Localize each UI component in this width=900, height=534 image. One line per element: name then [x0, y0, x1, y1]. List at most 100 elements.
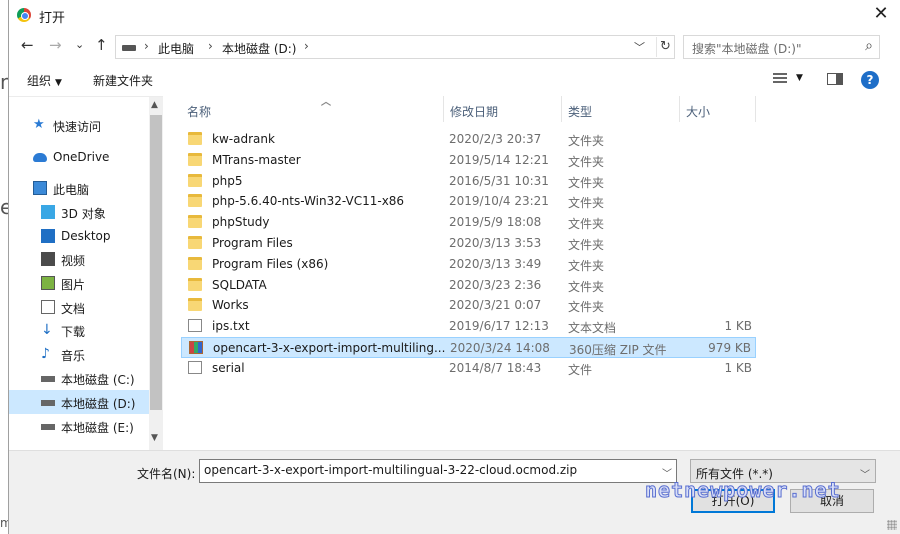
filename-label: 文件名(N):: [137, 467, 196, 481]
star-icon: ★: [33, 117, 45, 132]
resize-grip-icon[interactable]: [887, 520, 897, 530]
up-arrow-icon[interactable]: ↑: [95, 36, 108, 54]
sidebar-item-label: 音乐: [61, 349, 86, 363]
file-type: 文件夹: [568, 175, 605, 190]
picture-icon: [41, 276, 55, 290]
folder-icon: [188, 256, 202, 270]
file-row[interactable]: Program Files 2020/3/13 3:53 文件夹: [181, 233, 756, 254]
file-row[interactable]: ips.txt 2019/6/17 12:13 文本文档 1 KB: [181, 316, 756, 337]
file-row[interactable]: opencart-3-x-export-import-multiling... 2…: [181, 337, 756, 358]
file-row[interactable]: serial 2014/8/7 18:43 文件 1 KB: [181, 358, 756, 379]
view-options-icon[interactable]: [773, 73, 787, 85]
chevron-down-icon[interactable]: ﹀: [634, 39, 645, 55]
sidebar-item[interactable]: ★ 快速访问: [9, 113, 149, 137]
file-date: 2019/10/4 23:21: [449, 194, 549, 209]
folder-icon: [188, 236, 202, 249]
file-row[interactable]: MTrans-master 2019/5/14 12:21 文件夹: [181, 150, 756, 171]
file-name: phpStudy: [212, 215, 270, 230]
file-list: 名称 ︿ 修改日期 类型 大小 kw-adrank 2020/2/3 20:37 文…: [167, 96, 900, 450]
scroll-down-icon[interactable]: ▼: [151, 433, 158, 443]
sidebar-scrollbar[interactable]: ▲ ▼: [149, 97, 163, 451]
open-file-dialog: 打开 ✕ ← → ⌄ ↑ › 此电脑 › 本地磁盘 (D:) › ﹀ ↻ 搜索"…: [8, 0, 900, 534]
scrollbar-thumb[interactable]: [150, 115, 162, 410]
file-row[interactable]: SQLDATA 2020/3/23 2:36 文件夹: [181, 275, 756, 296]
sidebar-item[interactable]: OneDrive: [9, 145, 149, 169]
file-row[interactable]: Program Files (x86) 2020/3/13 3:49 文件夹: [181, 254, 756, 275]
file-row[interactable]: phpStudy 2019/5/9 18:08 文件夹: [181, 212, 756, 233]
scroll-up-icon[interactable]: ▲: [151, 100, 158, 110]
chrome-icon: [17, 8, 31, 22]
sidebar-item-label: 本地磁盘 (C:): [61, 373, 135, 387]
help-icon[interactable]: ?: [861, 71, 879, 89]
search-input[interactable]: 搜索"本地磁盘 (D:)" ⌕: [683, 35, 880, 59]
sidebar-item[interactable]: 图片: [9, 271, 149, 295]
cloud-icon: [33, 153, 47, 162]
cube-icon: [41, 205, 55, 219]
column-name-label: 名称: [187, 105, 212, 119]
chevron-down-icon[interactable]: ﹀: [860, 466, 870, 481]
caret-down-icon: ▼: [55, 78, 62, 88]
sidebar-item-label: 本地磁盘 (E:): [61, 421, 134, 435]
close-icon[interactable]: ✕: [871, 3, 891, 24]
sidebar-item[interactable]: 文档: [9, 295, 149, 319]
filename-field[interactable]: ﹀: [199, 459, 677, 483]
column-header-type[interactable]: 类型: [562, 96, 680, 122]
chevron-right-icon[interactable]: ›: [208, 39, 213, 53]
forward-arrow-icon[interactable]: →: [49, 36, 62, 54]
file-row[interactable]: Works 2020/3/21 0:07 文件夹: [181, 295, 756, 316]
address-bar[interactable]: › 此电脑 › 本地磁盘 (D:) › ﹀ ↻: [115, 35, 675, 59]
file-row[interactable]: php-5.6.40-nts-Win32-VC11-x86 2019/10/4 2…: [181, 191, 756, 212]
file-type: 文件夹: [568, 196, 605, 211]
music-icon: ♪: [41, 346, 50, 362]
file-icon: [188, 360, 202, 374]
sidebar-item-label: 下载: [61, 325, 86, 339]
sidebar-item[interactable]: 本地磁盘 (E:): [9, 414, 149, 438]
sidebar-item[interactable]: 此电脑: [9, 176, 149, 200]
download-icon: ↓: [41, 322, 53, 338]
sidebar-item[interactable]: 视频: [9, 247, 149, 271]
column-header-date[interactable]: 修改日期: [444, 96, 562, 122]
file-row[interactable]: php5 2016/5/31 10:31 文件夹: [181, 171, 756, 192]
sidebar-item[interactable]: ↓ 下载: [9, 318, 149, 342]
sidebar-item[interactable]: Desktop: [9, 224, 149, 248]
new-folder-button[interactable]: 新建文件夹: [93, 72, 153, 89]
column-header-name[interactable]: 名称 ︿: [181, 96, 444, 122]
navigation-bar: ← → ⌄ ↑ › 此电脑 › 本地磁盘 (D:) › ﹀ ↻ 搜索"本地磁盘 …: [9, 34, 900, 60]
column-size-label: 大小: [686, 105, 711, 119]
recent-locations-chevron-icon[interactable]: ⌄: [75, 38, 84, 51]
organize-button[interactable]: 组织 ▼: [27, 72, 62, 89]
chevron-right-icon[interactable]: ›: [304, 39, 309, 53]
breadcrumb-this-pc[interactable]: 此电脑: [158, 40, 194, 57]
preview-pane-icon[interactable]: [827, 73, 843, 85]
folder-icon: [188, 194, 202, 208]
sidebar-item[interactable]: ♪ 音乐: [9, 342, 149, 366]
file-name: SQLDATA: [212, 277, 267, 292]
filename-input[interactable]: [204, 463, 654, 477]
file-type: 文件夹: [568, 134, 605, 148]
sidebar-item[interactable]: 本地磁盘 (C:): [9, 366, 149, 390]
file-type: 文件夹: [568, 279, 605, 294]
breadcrumb-drive-d[interactable]: 本地磁盘 (D:): [222, 40, 296, 57]
sidebar-item-label: OneDrive: [53, 150, 110, 164]
search-icon[interactable]: ⌕: [865, 38, 873, 54]
file-date: 2020/3/13 3:53: [449, 236, 542, 250]
column-header-size[interactable]: 大小: [680, 96, 756, 122]
folder-icon: [188, 173, 202, 187]
sidebar-item[interactable]: 3D 对象: [9, 200, 149, 224]
file-row[interactable]: kw-adrank 2020/2/3 20:37 文件夹: [181, 129, 756, 150]
file-type: 文件: [568, 362, 593, 377]
file-date: 2019/6/17 12:13: [449, 319, 549, 334]
file-date: 2020/3/21 0:07: [449, 298, 542, 313]
folder-icon: [188, 277, 202, 291]
file-name: Program Files: [212, 236, 293, 250]
drive-icon: [41, 424, 55, 430]
chevron-right-icon[interactable]: ›: [144, 39, 149, 53]
command-toolbar: 组织 ▼ 新建文件夹 ▼ ?: [9, 64, 900, 96]
refresh-icon[interactable]: ↻: [656, 37, 674, 57]
back-arrow-icon[interactable]: ←: [21, 36, 34, 54]
sidebar-item[interactable]: 本地磁盘 (D:): [9, 390, 149, 414]
caret-down-icon[interactable]: ▼: [796, 73, 803, 83]
file-type: 文件夹: [568, 238, 605, 252]
column-date-label: 修改日期: [450, 105, 499, 119]
file-date: 2020/3/24 14:08: [450, 341, 550, 355]
